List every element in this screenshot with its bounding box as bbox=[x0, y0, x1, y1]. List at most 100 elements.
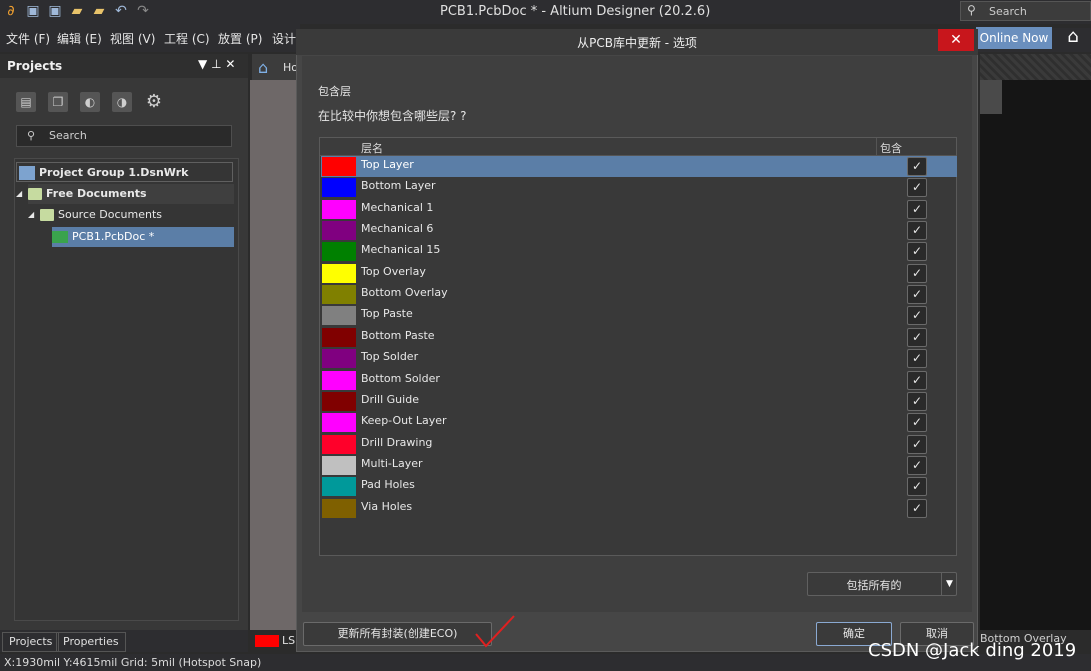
tree-item-free-documents[interactable]: ◢ Free Documents bbox=[16, 184, 234, 204]
layer-name: Mechanical 1 bbox=[361, 201, 434, 214]
layer-color-swatch bbox=[322, 328, 356, 347]
include-checkbox[interactable]: ✓ bbox=[907, 435, 927, 454]
dialog-title: 从PCB库中更新 - 选项 bbox=[577, 36, 697, 50]
save-project-icon[interactable]: ▤ bbox=[16, 92, 36, 112]
panel-menu-icon[interactable]: ▼ bbox=[198, 57, 207, 71]
layer-row[interactable]: Drill Drawing ✓ bbox=[321, 434, 957, 455]
include-checkbox[interactable]: ✓ bbox=[907, 221, 927, 240]
include-checkbox[interactable]: ✓ bbox=[907, 200, 927, 219]
layer-color-swatch bbox=[322, 371, 356, 390]
include-checkbox[interactable]: ✓ bbox=[907, 392, 927, 411]
include-checkbox[interactable]: ✓ bbox=[907, 178, 927, 197]
update-all-footprints-button[interactable]: 更新所有封装(创建ECO) bbox=[303, 622, 492, 646]
column-divider[interactable] bbox=[876, 138, 877, 156]
projects-search-placeholder: Search bbox=[49, 129, 87, 142]
layer-row[interactable]: Keep-Out Layer ✓ bbox=[321, 412, 957, 433]
include-checkbox[interactable]: ✓ bbox=[907, 306, 927, 325]
include-checkbox[interactable]: ✓ bbox=[907, 328, 927, 347]
folder-settings-icon[interactable]: ◑ bbox=[112, 92, 132, 112]
column-header-layer-name[interactable]: 层名 bbox=[361, 140, 383, 156]
layer-row[interactable]: Bottom Paste ✓ bbox=[321, 327, 957, 348]
include-checkbox[interactable]: ✓ bbox=[907, 157, 927, 176]
include-checkbox[interactable]: ✓ bbox=[907, 242, 927, 261]
tree-item-project-group[interactable]: Project Group 1.DsnWrk bbox=[16, 162, 233, 182]
quick-access-toolbar: ∂ ▣ ▣ ▰ ▰ ↶ ↷ bbox=[2, 2, 152, 20]
layer-row[interactable]: Top Solder ✓ bbox=[321, 348, 957, 369]
layer-row[interactable]: Top Layer ✓ bbox=[321, 156, 957, 177]
projects-search-input[interactable]: ⚲ Search bbox=[16, 125, 232, 147]
menu-project[interactable]: 工程 (C) bbox=[164, 30, 210, 47]
layer-row[interactable]: Top Paste ✓ bbox=[321, 305, 957, 326]
layer-row[interactable]: Mechanical 6 ✓ bbox=[321, 220, 957, 241]
layer-tab-label[interactable]: LS bbox=[282, 634, 295, 647]
home-icon[interactable]: ⌂ bbox=[1058, 26, 1088, 50]
open-file-icon[interactable]: ▰ bbox=[90, 2, 108, 20]
section-heading: 包含层 bbox=[318, 85, 351, 98]
include-checkbox[interactable]: ✓ bbox=[907, 285, 927, 304]
layer-row[interactable]: Pad Holes ✓ bbox=[321, 476, 957, 497]
layer-row[interactable]: Drill Guide ✓ bbox=[321, 391, 957, 412]
redo-icon[interactable]: ↷ bbox=[134, 2, 152, 20]
close-panel-icon[interactable]: ✕ bbox=[225, 57, 235, 71]
include-checkbox[interactable]: ✓ bbox=[907, 264, 927, 283]
layer-row[interactable]: Bottom Layer ✓ bbox=[321, 177, 957, 198]
include-checkbox[interactable]: ✓ bbox=[907, 349, 927, 368]
include-checkbox[interactable]: ✓ bbox=[907, 371, 927, 390]
include-checkbox[interactable]: ✓ bbox=[907, 499, 927, 518]
expand-icon[interactable]: ◢ bbox=[16, 184, 22, 204]
save-icon[interactable]: ▣ bbox=[24, 2, 42, 20]
open-folder-icon[interactable]: ▰ bbox=[68, 2, 86, 20]
layer-color-swatch bbox=[322, 435, 356, 454]
menu-view[interactable]: 视图 (V) bbox=[110, 30, 155, 47]
menu-design[interactable]: 设计 bbox=[272, 30, 296, 47]
menu-file[interactable]: 文件 (F) bbox=[6, 30, 50, 47]
include-all-label[interactable]: 包括所有的 bbox=[807, 577, 941, 593]
global-search-box[interactable]: ⚲ Search bbox=[960, 1, 1091, 21]
include-checkbox[interactable]: ✓ bbox=[907, 477, 927, 496]
layer-name: Bottom Overlay bbox=[361, 286, 448, 299]
layer-name: Pad Holes bbox=[361, 478, 415, 491]
tree-item-source-documents[interactable]: ◢ Source Documents bbox=[28, 205, 162, 225]
chevron-down-icon[interactable]: ▼ bbox=[941, 572, 957, 596]
projects-toolbar: ▤ ❐ ◐ ◑ ⚙ bbox=[16, 92, 164, 112]
menu-bar: 文件 (F) 编辑 (E) 视图 (V) 工程 (C) 放置 (P) 设计 bbox=[0, 24, 300, 52]
add-document-icon[interactable]: ◐ bbox=[80, 92, 100, 112]
layer-row[interactable]: Via Holes ✓ bbox=[321, 498, 957, 519]
tab-projects[interactable]: Projects bbox=[2, 632, 60, 652]
layer-color-swatch bbox=[322, 285, 356, 304]
workspace-icon bbox=[19, 166, 35, 180]
include-checkbox[interactable]: ✓ bbox=[907, 456, 927, 475]
tab-properties[interactable]: Properties bbox=[56, 632, 126, 652]
menu-edit[interactable]: 编辑 (E) bbox=[57, 30, 102, 47]
layer-name: Mechanical 15 bbox=[361, 243, 441, 256]
pin-icon[interactable]: ⊥ bbox=[211, 57, 221, 71]
pencil-icon[interactable] bbox=[980, 80, 1002, 114]
app-title: PCB1.PcbDoc * - Altium Designer (20.2.6) bbox=[440, 4, 711, 19]
close-icon[interactable]: ✕ bbox=[938, 29, 974, 51]
document-canvas bbox=[250, 80, 297, 630]
layer-row[interactable]: Top Overlay ✓ bbox=[321, 263, 957, 284]
expand-icon[interactable]: ◢ bbox=[28, 205, 34, 225]
include-checkbox[interactable]: ✓ bbox=[907, 413, 927, 432]
undo-icon[interactable]: ↶ bbox=[112, 2, 130, 20]
layer-name: Drill Drawing bbox=[361, 436, 433, 449]
layer-row[interactable]: Multi-Layer ✓ bbox=[321, 455, 957, 476]
layer-color-swatch bbox=[322, 477, 356, 496]
layer-color-swatch bbox=[322, 306, 356, 325]
copy-icon[interactable]: ❐ bbox=[48, 92, 68, 112]
layer-row[interactable]: Mechanical 1 ✓ bbox=[321, 199, 957, 220]
save-all-icon[interactable]: ▣ bbox=[46, 2, 64, 20]
online-status-button[interactable]: Online Now bbox=[976, 27, 1052, 49]
layer-row[interactable]: Bottom Solder ✓ bbox=[321, 370, 957, 391]
tree-item-pcb-doc[interactable]: PCB1.PcbDoc * bbox=[52, 227, 234, 247]
column-header-include[interactable]: 包含 bbox=[880, 140, 902, 156]
pcb-canvas[interactable] bbox=[980, 80, 1091, 630]
layer-name: Top Layer bbox=[361, 158, 414, 171]
layer-color-swatch[interactable] bbox=[255, 635, 279, 647]
layer-color-swatch bbox=[322, 264, 356, 283]
layer-color-swatch bbox=[322, 456, 356, 475]
menu-place[interactable]: 放置 (P) bbox=[218, 30, 262, 47]
layer-row[interactable]: Bottom Overlay ✓ bbox=[321, 284, 957, 305]
layer-row[interactable]: Mechanical 15 ✓ bbox=[321, 241, 957, 262]
gear-icon[interactable]: ⚙ bbox=[144, 92, 164, 112]
